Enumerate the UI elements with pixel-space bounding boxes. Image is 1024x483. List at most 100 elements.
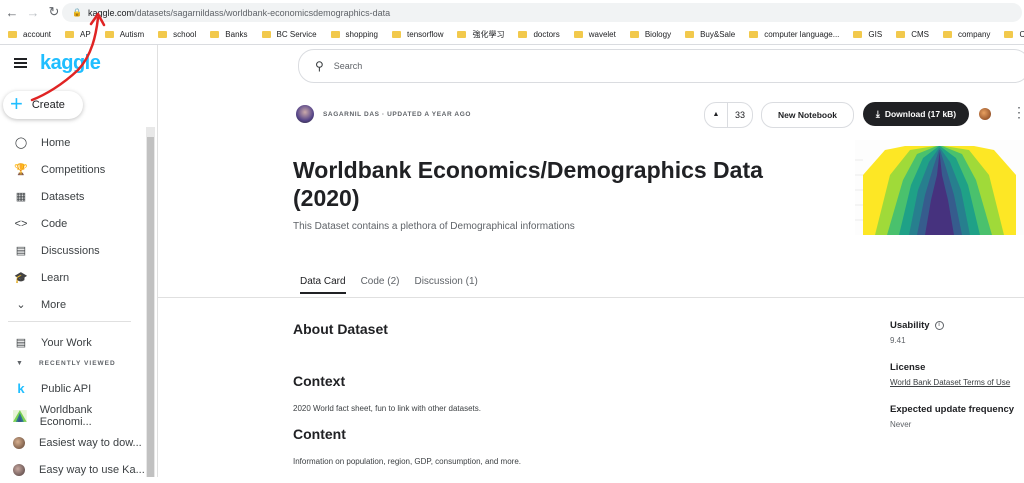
sidebar-item-label: Home [41,136,71,149]
upvote-button[interactable]: ▲ 33 [704,102,753,128]
tab-code[interactable]: Code (2) [361,276,400,294]
folder-icon [104,30,114,38]
bookmark-item[interactable]: Banks [210,30,248,39]
bookmark-item[interactable]: CompanyWeb [1004,30,1024,39]
folder-icon [8,30,17,38]
about-heading: About Dataset [293,321,388,337]
search-icon: ⚲ [315,59,324,73]
code-icon: <> [14,217,28,230]
usability-value: 9.41 [890,336,906,345]
bookmark-item[interactable]: Buy&Sale [685,30,735,39]
sidebar-item-label: Competitions [41,163,106,176]
bookmark-item[interactable]: Biology [629,30,671,39]
license-label: License [890,362,926,373]
sidebar-nav: ◯ Home 🏆 Competitions ▦ Datasets <> Code ▤ Discus… [0,129,145,318]
folder-icon [1004,30,1014,38]
create-button[interactable]: + Create [3,91,83,119]
dataset-cover-image [855,140,1024,235]
bookmarks-bar: account AP Autism school Banks BC Service shop… [0,24,1024,45]
folder-icon [261,30,271,38]
sidebar-scrollbar[interactable] [146,127,155,477]
sidebar-item-datasets[interactable]: ▦ Datasets [0,183,145,210]
sidebar-item-home[interactable]: ◯ Home [0,129,145,156]
hamburger-menu-icon[interactable] [14,58,27,70]
folder-icon [896,30,906,38]
search-bar[interactable]: ⚲ Search [298,49,1024,83]
collapse-triangle-icon: ▼ [16,360,24,367]
sidebar-item-learn[interactable]: 🎓 Learn [0,264,145,291]
folder-icon [158,30,168,38]
url-path: /datasets/sagarnildass/worldbank-economi… [134,7,391,18]
bookmark-item[interactable]: shopping [330,30,378,39]
recently-viewed-heading[interactable]: ▼ RECENTLY VIEWED [0,360,116,367]
sidebar-item-label: More [41,298,67,311]
folder-icon [685,30,695,38]
sidebar-item-label: Discussions [41,244,100,257]
folder-icon [457,30,467,38]
folder-icon [330,30,340,38]
folder-icon [518,30,528,38]
recent-item-public-api[interactable]: k Public API [0,375,145,402]
download-button[interactable]: ⤓ Download (17 kB) [863,102,969,126]
forward-arrow-icon[interactable]: → [24,3,42,21]
clipboard-icon: ▤ [15,337,27,349]
back-arrow-icon[interactable]: ← [3,3,21,21]
bookmark-item[interactable]: GIS [853,30,882,39]
bookmark-item[interactable]: wavelet [573,30,616,39]
bookmark-item[interactable]: 強化學习 [457,29,504,40]
recent-item-easy-way[interactable]: Easy way to use Ka... [0,456,145,483]
sidebar-item-label: Code [41,217,68,230]
sidebar: kaggle + Create ◯ Home 🏆 Competitions ▦ Datas… [0,45,158,477]
recent-item-worldbank[interactable]: Worldbank Economi... [0,402,145,429]
bookmark-item[interactable]: Autism [104,30,144,39]
address-bar[interactable]: 🔒 kaggle.com /datasets/sagarnildass/worl… [62,3,1022,22]
bookmark-item[interactable]: company [942,30,990,39]
sidebar-item-discussions[interactable]: ▤ Discussions [0,237,145,264]
bookmark-item[interactable]: BC Service [261,30,317,39]
folder-icon [392,30,402,38]
license-link[interactable]: World Bank Dataset Terms of Use [890,378,1024,387]
folder-icon [210,30,220,38]
bookmark-item[interactable]: CMS [896,30,929,39]
sidebar-item-label: Learn [41,271,70,284]
search-input[interactable]: Search [334,61,363,71]
kaggle-logo[interactable]: kaggle [40,52,101,75]
tabs-divider [157,297,1024,298]
tab-discussion[interactable]: Discussion (1) [414,276,477,294]
author-avatar-icon [13,436,25,449]
sidebar-item-your-work[interactable]: ▤ Your Work [0,329,92,356]
recent-list: k Public API Worldbank Economi... Easies… [0,375,145,483]
sidebar-item-competitions[interactable]: 🏆 Competitions [0,156,145,183]
tab-data-card[interactable]: Data Card [300,276,346,294]
bookmark-item[interactable]: tensorflow [392,30,443,39]
sidebar-item-more[interactable]: ⌄ More [0,291,145,318]
folder-icon [629,30,639,38]
more-options-icon[interactable]: ⋮ [1012,104,1024,121]
context-heading: Context [293,373,346,389]
reload-icon[interactable]: ↻ [45,3,63,21]
new-notebook-button[interactable]: New Notebook [761,102,854,128]
sidebar-item-code[interactable]: <> Code [0,210,145,237]
bookmark-item[interactable]: computer language... [749,30,839,39]
folder-icon [573,30,583,38]
upvote-arrow-icon[interactable]: ▲ [705,103,728,127]
author-avatar-icon [13,463,25,476]
compass-icon: ◯ [14,137,28,149]
user-avatar[interactable] [979,108,991,120]
chevron-down-icon: ⌄ [16,299,26,311]
trophy-icon: 🏆 [14,164,28,176]
url-domain: kaggle.com [87,7,134,18]
bookmark-item[interactable]: school [158,30,196,39]
bookmark-item[interactable]: AP [65,30,91,39]
recent-item-easiest-way[interactable]: Easiest way to dow... [0,429,145,456]
bookmark-item[interactable]: account [8,30,51,39]
info-icon[interactable]: i [934,321,944,330]
sidebar-item-label: Your Work [41,336,92,349]
bookmark-item[interactable]: doctors [518,30,560,39]
sidebar-divider [8,321,131,322]
context-text: 2020 World fact sheet, fun to link with … [293,404,481,413]
dataset-title: Worldbank Economics/Demographics Data (2… [293,157,763,211]
author-avatar[interactable] [296,105,314,123]
download-icon: ⤓ [875,108,880,119]
download-label: Download (17 kB) [884,109,957,119]
